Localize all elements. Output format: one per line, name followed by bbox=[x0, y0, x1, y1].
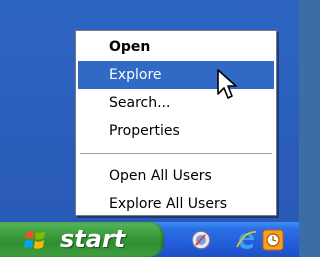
start-context-menu: Open Explore Search... Properties Open A… bbox=[75, 30, 277, 216]
menu-item-open-all-users[interactable]: Open All Users bbox=[78, 162, 274, 190]
start-label: start bbox=[60, 225, 126, 253]
mouse-pointer-icon bbox=[217, 69, 237, 99]
menu-item-properties[interactable]: Properties bbox=[78, 117, 274, 145]
internet-explorer-icon[interactable] bbox=[235, 229, 257, 251]
media-player-icon[interactable] bbox=[262, 229, 284, 251]
desktop-cleanup-icon[interactable] bbox=[190, 229, 212, 251]
menu-item-explore-all-users[interactable]: Explore All Users bbox=[78, 190, 274, 218]
menu-item-search[interactable]: Search... bbox=[78, 89, 274, 117]
taskbar: start bbox=[0, 222, 299, 257]
menu-separator bbox=[80, 153, 272, 154]
menu-item-explore[interactable]: Explore bbox=[78, 61, 274, 89]
windows-logo-icon bbox=[24, 231, 45, 249]
start-button[interactable]: start bbox=[0, 222, 164, 257]
menu-item-open[interactable]: Open bbox=[78, 33, 274, 61]
